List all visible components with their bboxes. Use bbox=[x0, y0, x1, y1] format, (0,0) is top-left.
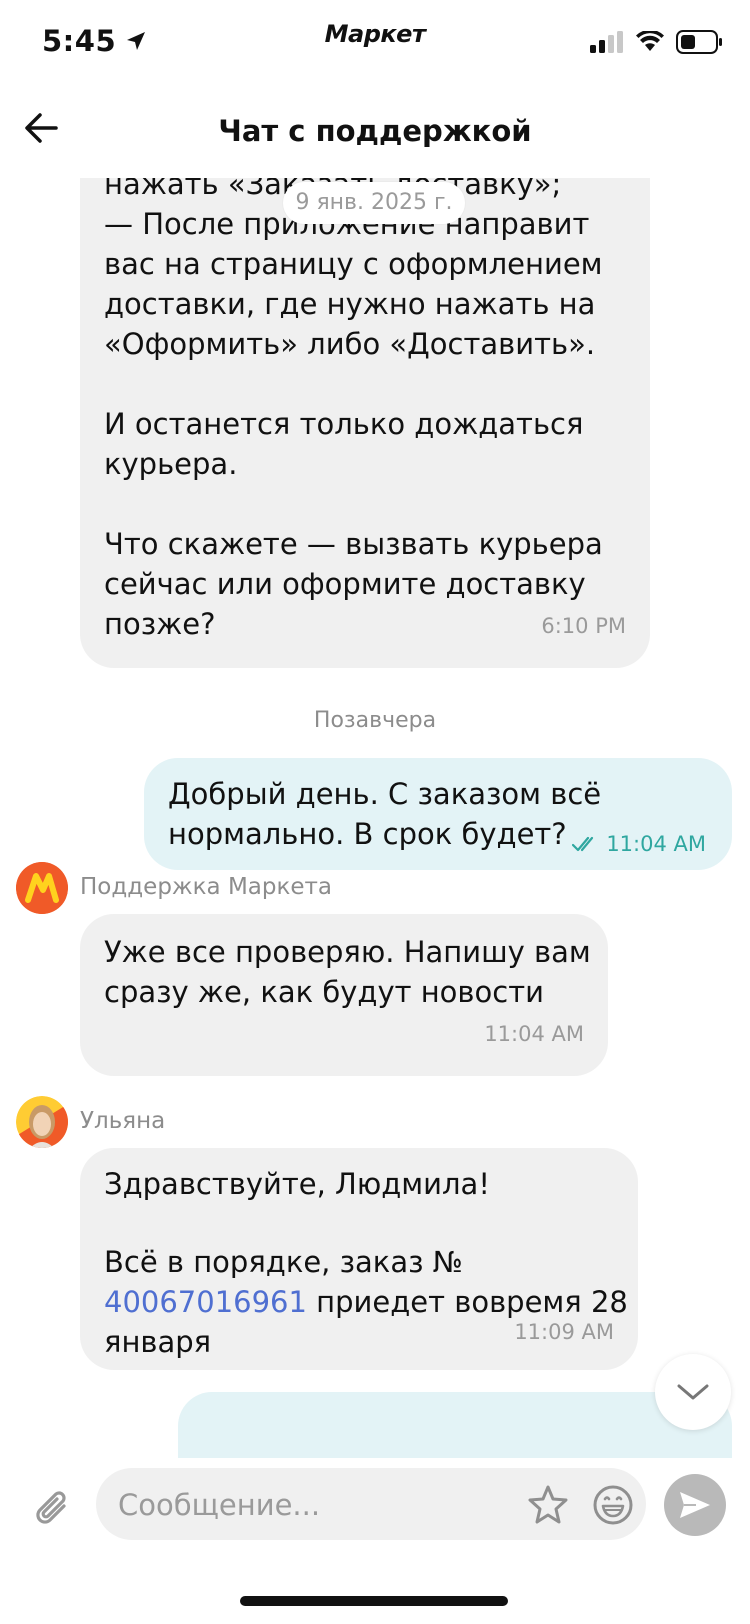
scroll-down-button[interactable] bbox=[655, 1354, 731, 1430]
wifi-icon bbox=[636, 31, 664, 51]
order-number-link[interactable]: 40067016961 bbox=[104, 1285, 307, 1319]
message-time: 11:09 AM bbox=[514, 1320, 614, 1344]
support-avatar[interactable] bbox=[16, 862, 68, 914]
message-bubble-incoming[interactable]: нажать «Заказать доставку»; — После прил… bbox=[80, 178, 650, 668]
message-line: нормально. В срок будет? bbox=[168, 817, 567, 851]
home-indicator[interactable] bbox=[240, 1596, 508, 1606]
message-line: Добрый день. С заказом всё bbox=[168, 777, 602, 811]
message-input-placeholder: Сообщение... bbox=[118, 1488, 321, 1522]
chat-messages[interactable]: нажать «Заказать доставку»; — После прил… bbox=[0, 178, 750, 1458]
favorite-button[interactable] bbox=[526, 1483, 570, 1531]
page-title: Чат с поддержкой bbox=[218, 114, 532, 148]
read-status: 11:04 AM bbox=[572, 824, 706, 864]
double-check-icon bbox=[572, 836, 594, 852]
message-line: «Оформить» либо «Доставить». bbox=[104, 327, 596, 361]
day-separator: Позавчера bbox=[313, 708, 437, 733]
message-time: 11:04 AM bbox=[606, 832, 706, 856]
signal-icon bbox=[590, 31, 623, 53]
message-line: Уже все проверяю. Напишу вам bbox=[104, 935, 591, 969]
message-line bbox=[104, 364, 634, 404]
message-line: сразу же, как будут новости bbox=[104, 975, 544, 1009]
message-line bbox=[104, 484, 634, 524]
message-line: Здравствуйте, Людмила! bbox=[104, 1167, 490, 1201]
sender-name: Ульяна bbox=[80, 1108, 166, 1134]
message-line: вас на страницу с оформлением bbox=[104, 247, 603, 281]
operator-photo-icon bbox=[16, 1096, 68, 1148]
attach-button[interactable] bbox=[34, 1486, 74, 1538]
chevron-down-icon bbox=[677, 1384, 709, 1400]
star-icon bbox=[528, 1485, 568, 1524]
message-bubble-incoming[interactable]: Уже все проверяю. Напишу вам сразу же, к… bbox=[80, 914, 608, 1076]
message-time: 6:10 PM bbox=[541, 614, 626, 638]
message-bubble-outgoing[interactable] bbox=[178, 1392, 732, 1458]
message-bubble-outgoing[interactable]: Добрый день. С заказом всё нормально. В … bbox=[144, 758, 732, 870]
send-icon bbox=[680, 1492, 710, 1518]
message-line: января bbox=[104, 1325, 212, 1359]
message-line: И останется только дождаться bbox=[104, 407, 584, 441]
smiley-icon bbox=[593, 1485, 633, 1525]
status-icons bbox=[590, 30, 724, 54]
message-line: доставки, где нужно нажать на bbox=[104, 287, 596, 321]
message-time: 11:04 AM bbox=[484, 1022, 584, 1046]
send-button[interactable] bbox=[664, 1474, 726, 1536]
paperclip-icon bbox=[36, 1491, 66, 1524]
message-line: курьера. bbox=[104, 447, 238, 481]
operator-avatar[interactable] bbox=[16, 1096, 68, 1148]
message-line: Всё в порядке, заказ № bbox=[104, 1245, 463, 1279]
sender-name: Поддержка Маркета bbox=[80, 874, 333, 900]
message-text: нажать «Заказать доставку»; — После прил… bbox=[104, 178, 634, 644]
message-line: Что скажете — вызвать курьера bbox=[104, 527, 603, 561]
market-logo-icon bbox=[16, 862, 68, 914]
emoji-button[interactable] bbox=[591, 1483, 635, 1531]
message-bubble-incoming[interactable]: Здравствуйте, Людмила! Всё в порядке, за… bbox=[80, 1148, 638, 1370]
date-pill: 9 янв. 2025 г. bbox=[283, 182, 465, 224]
battery-icon bbox=[676, 30, 722, 54]
message-line: сейчас или оформите доставку bbox=[104, 567, 586, 601]
